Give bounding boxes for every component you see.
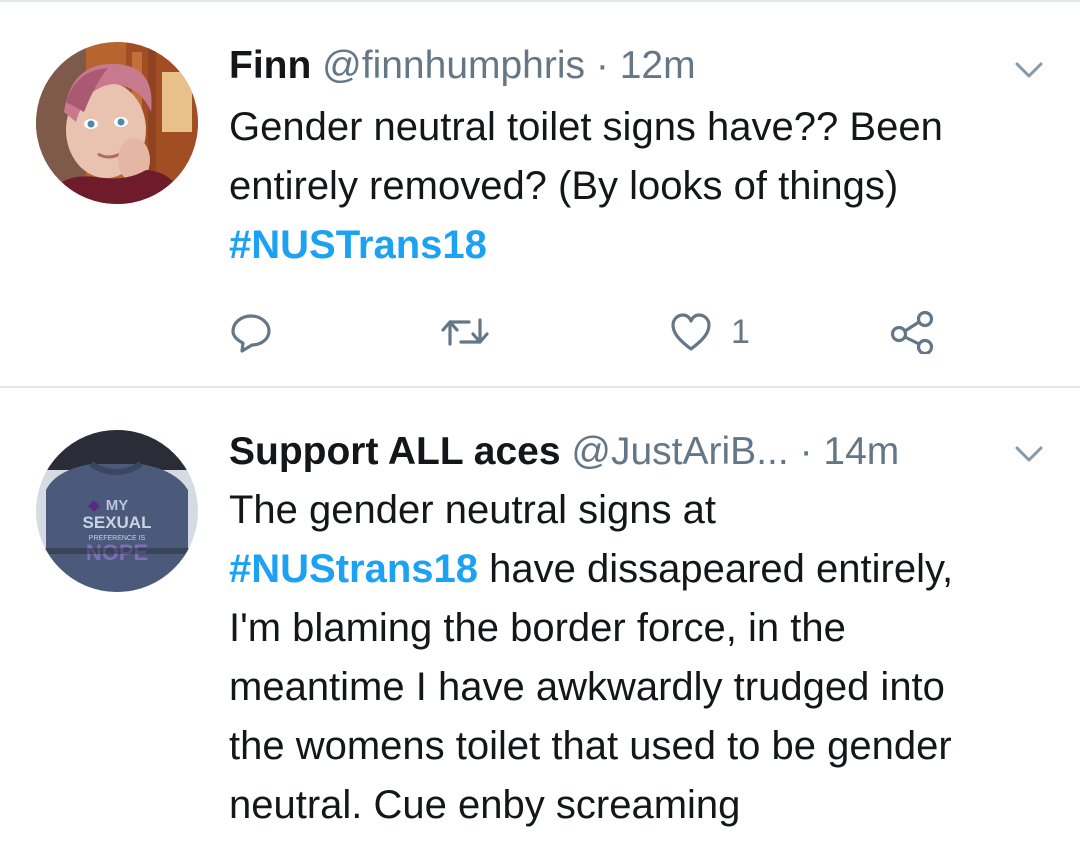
tweet-text-line: meantime I have awkwardly trudged into [229, 665, 945, 709]
avatar[interactable] [36, 42, 198, 204]
heart-icon [671, 313, 711, 351]
display-name[interactable]: Finn [229, 44, 311, 87]
timestamp[interactable]: 14m [823, 430, 899, 473]
tweet-text-line: The gender neutral signs at [229, 488, 716, 532]
tweet-text-line: Gender neutral toilet signs have?? Been [229, 105, 943, 149]
retweet-button[interactable] [439, 307, 491, 357]
tweet-text: The gender neutral signs at #NUStrans18 … [229, 481, 1059, 835]
timestamp[interactable]: 12m [620, 44, 696, 87]
tweet-text-segment: have dissapeared entirely, [489, 547, 954, 591]
retweet-icon [441, 318, 489, 346]
tweet-finn[interactable]: Finn @finnhumphris · 12m Gender neutral … [0, 2, 1080, 388]
tweet-text-line: neutral. Cue enby screaming [229, 783, 741, 827]
avatar-sweater-text: MY [106, 497, 129, 514]
avatar-sweater-text: SEXUAL [83, 513, 152, 532]
avatar-photo [36, 42, 198, 204]
like-count: 1 [731, 312, 750, 351]
tweet-support-all-aces[interactable]: MY SEXUAL PREFERENCE IS NOPE Support ALL… [0, 390, 1080, 848]
share-icon [890, 310, 934, 354]
user-handle[interactable]: @JustAriB... [571, 430, 788, 473]
tweet-text-line: the womens toilet that used to be gender [229, 724, 952, 768]
share-button[interactable] [889, 307, 937, 357]
tweet-actions: 1 [229, 307, 989, 357]
tweet-text-line: I'm blaming the border force, in the [229, 606, 846, 650]
like-button[interactable]: 1 [669, 307, 750, 357]
hashtag-link[interactable]: #NUSTrans18 [229, 223, 487, 267]
display-name[interactable]: Support ALL aces [229, 430, 561, 473]
chevron-down-icon[interactable] [1014, 60, 1044, 80]
user-handle[interactable]: @finnhumphris [322, 44, 585, 87]
tweet-divider [0, 386, 1080, 388]
avatar-photo: MY SEXUAL PREFERENCE IS NOPE [36, 430, 198, 592]
reply-icon [231, 314, 271, 353]
hashtag-link[interactable]: #NUStrans18 [229, 547, 478, 591]
separator-dot: · [595, 44, 609, 87]
tweet-header: Finn @finnhumphris · 12m [229, 42, 1050, 90]
avatar[interactable]: MY SEXUAL PREFERENCE IS NOPE [36, 430, 198, 592]
reply-button[interactable] [229, 307, 273, 357]
chevron-down-icon[interactable] [1014, 444, 1044, 464]
tweet-text: Gender neutral toilet signs have?? Been … [229, 98, 1059, 275]
tweet-text-line: entirely removed? (By looks of things) [229, 164, 899, 208]
tweet-header: Support ALL aces @JustAriB... · 14m [229, 428, 1050, 476]
separator-dot: · [799, 430, 813, 473]
